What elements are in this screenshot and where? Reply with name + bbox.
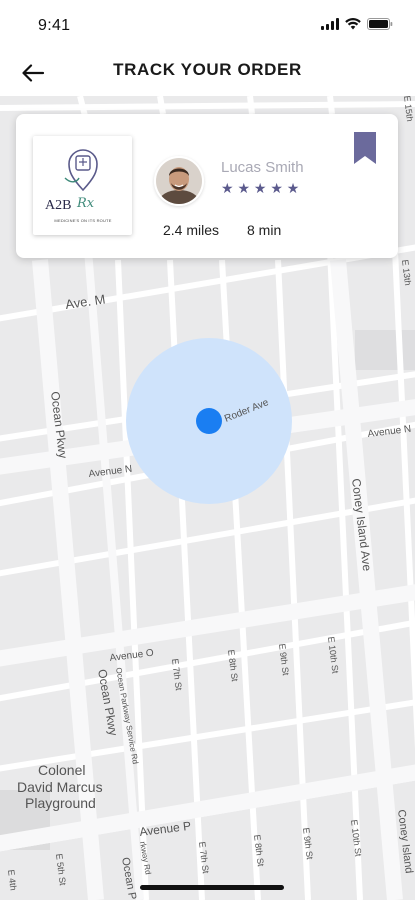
- driver-avatar: [154, 156, 204, 206]
- bookmark-icon: [354, 132, 376, 164]
- bookmark-button[interactable]: [354, 132, 376, 169]
- logo-tagline: MEDICINE'S ON ITS ROUTE: [54, 218, 112, 223]
- eta-text: 8 min: [247, 222, 282, 238]
- wifi-icon: [345, 18, 361, 30]
- logo-brand: A2B: [45, 198, 72, 213]
- battery-icon: [367, 18, 393, 30]
- status-bar: 9:41: [0, 0, 415, 48]
- driver-rating-stars: ★ ★ ★ ★ ★: [221, 180, 300, 196]
- label-playground: Playground: [25, 795, 96, 811]
- pharmacy-logo-mark: [64, 149, 98, 192]
- home-indicator: [140, 885, 284, 890]
- label-colonel: Colonel: [38, 762, 85, 778]
- label-david-marcus: David Marcus: [17, 779, 103, 795]
- status-time: 9:41: [38, 17, 71, 34]
- logo-brand-script: Rx: [77, 196, 95, 211]
- current-location-dot: [196, 408, 222, 434]
- navigation-bar: TRACK YOUR ORDER: [0, 48, 415, 96]
- pharmacy-logo: A2B Rx MEDICINE'S ON ITS ROUTE: [33, 136, 132, 235]
- page-title: TRACK YOUR ORDER: [113, 60, 302, 79]
- cellular-signal-icon: [321, 18, 339, 30]
- order-card: A2B Rx MEDICINE'S ON ITS ROUTE Lucas Smi…: [16, 114, 398, 258]
- driver-name: Lucas Smith: [221, 159, 304, 176]
- status-icons: [321, 18, 393, 30]
- distance-text: 2.4 miles: [163, 222, 220, 238]
